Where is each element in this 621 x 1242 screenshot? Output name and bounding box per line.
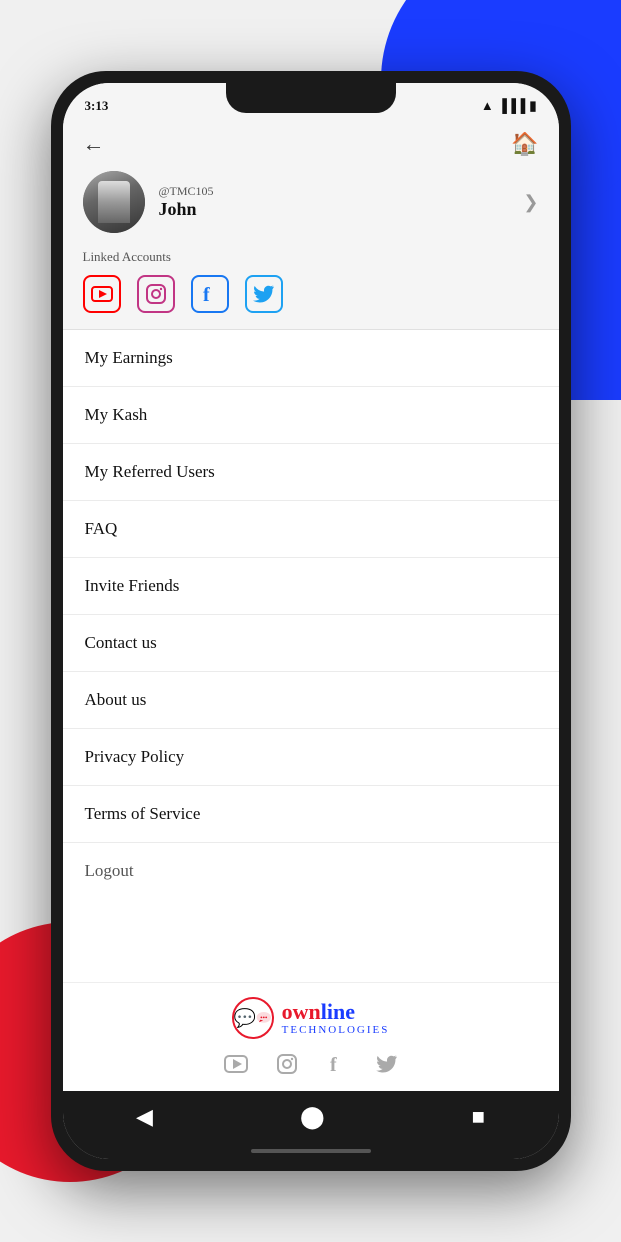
wifi-icon: ▲ [481, 98, 494, 114]
home-indicator [63, 1143, 559, 1159]
profile-chevron-icon[interactable]: ❯ [523, 192, 538, 213]
phone-screen: 3:13 ▲ ▐▐▐ ▮ ← 🏠 @TMC105 John [63, 83, 559, 1159]
brand-technologies: technologies [282, 1024, 390, 1036]
profile-handle: @TMC105 [159, 184, 214, 199]
app-header: ← 🏠 [63, 121, 559, 171]
linked-accounts-label: Linked Accounts [83, 249, 539, 265]
menu-item-earnings[interactable]: My Earnings [63, 330, 559, 387]
avatar[interactable] [83, 171, 145, 233]
brand-chat-icon [232, 997, 274, 1039]
linked-accounts-section: Linked Accounts [63, 249, 559, 329]
brand-text: ownline technologies [282, 1000, 390, 1036]
brand-own-red: own [282, 1000, 321, 1024]
brand-line-blue: line [321, 1000, 355, 1024]
instagram-link-icon[interactable] [137, 275, 175, 313]
footer-social-icons: f [224, 1053, 398, 1081]
signal-icon: ▐▐▐ [498, 98, 526, 114]
nav-home-button[interactable]: ⬤ [300, 1104, 325, 1130]
back-button[interactable]: ← [83, 131, 105, 157]
menu-item-logout[interactable]: Logout [63, 843, 559, 899]
phone-notch [226, 83, 396, 113]
menu-item-terms-of-service[interactable]: Terms of Service [63, 786, 559, 843]
svg-text:f: f [203, 284, 210, 305]
linked-icons-row: f [83, 275, 539, 313]
home-button[interactable]: 🏠 [511, 131, 538, 157]
profile-left: @TMC105 John [83, 171, 214, 233]
brand-logo: ownline technologies [232, 997, 390, 1039]
menu-item-invite-friends[interactable]: Invite Friends [63, 558, 559, 615]
status-time: 3:13 [85, 98, 109, 114]
nav-back-button[interactable]: ◀ [136, 1104, 153, 1130]
profile-section: @TMC105 John ❯ [63, 171, 559, 249]
youtube-link-icon[interactable] [83, 275, 121, 313]
footer: ownline technologies [63, 982, 559, 1091]
profile-name: John [159, 199, 214, 220]
nav-bar: ◀ ⬤ ■ [63, 1091, 559, 1143]
avatar-image [83, 171, 145, 233]
svg-text:f: f [330, 1054, 337, 1075]
twitter-link-icon[interactable] [245, 275, 283, 313]
menu-item-about-us[interactable]: About us [63, 672, 559, 729]
menu-item-privacy-policy[interactable]: Privacy Policy [63, 729, 559, 786]
nav-recents-button[interactable]: ■ [472, 1104, 485, 1130]
footer-twitter-icon[interactable] [376, 1055, 398, 1079]
home-indicator-bar [251, 1149, 371, 1153]
phone-frame: 3:13 ▲ ▐▐▐ ▮ ← 🏠 @TMC105 John [51, 71, 571, 1171]
battery-icon: ▮ [529, 98, 536, 114]
facebook-link-icon[interactable]: f [191, 275, 229, 313]
menu-item-contact-us[interactable]: Contact us [63, 615, 559, 672]
footer-facebook-icon[interactable]: f [326, 1053, 348, 1081]
menu-item-referred-users[interactable]: My Referred Users [63, 444, 559, 501]
footer-youtube-icon[interactable] [224, 1055, 248, 1079]
footer-instagram-icon[interactable] [276, 1053, 298, 1081]
menu-item-kash[interactable]: My Kash [63, 387, 559, 444]
profile-info: @TMC105 John [159, 184, 214, 220]
menu-item-faq[interactable]: FAQ [63, 501, 559, 558]
menu-list: My Earnings My Kash My Referred Users FA… [63, 330, 559, 982]
